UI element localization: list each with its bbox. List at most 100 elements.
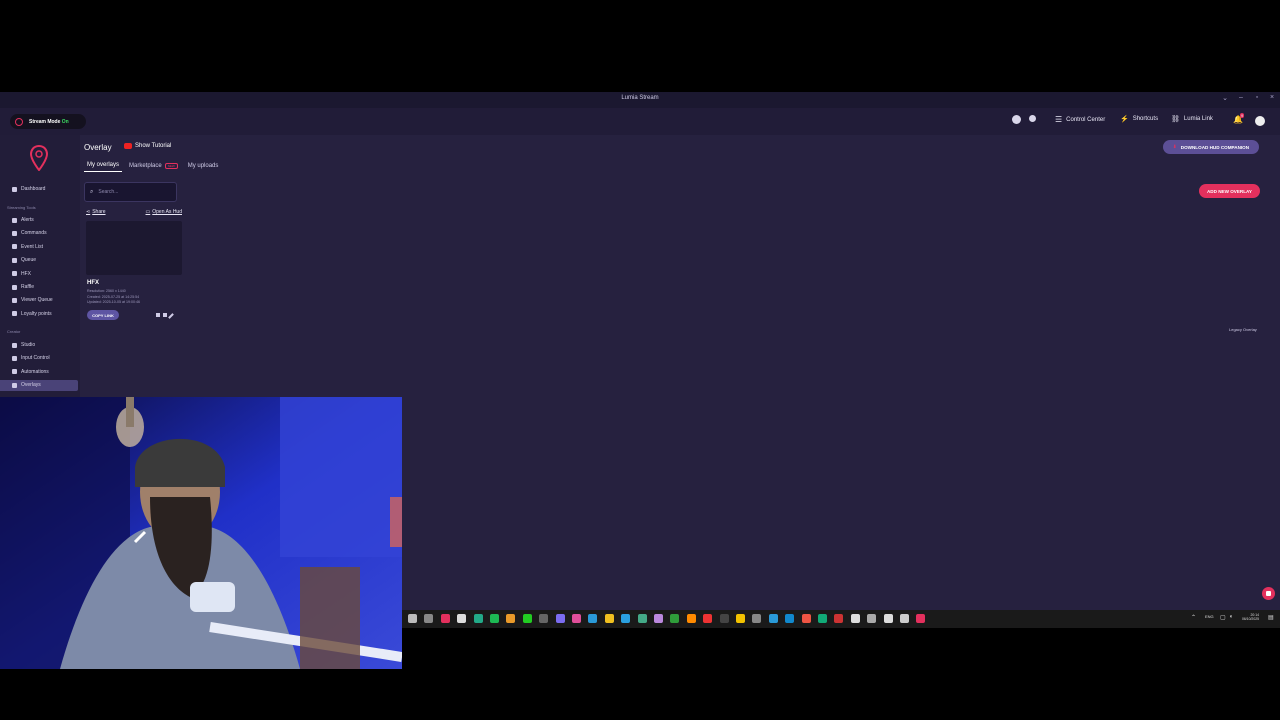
lightning-icon: ⚡	[1120, 116, 1129, 123]
close-icon[interactable]: ×	[1266, 94, 1278, 101]
sidebar-item-label: Event List	[21, 243, 43, 250]
sliders-icon: ☰	[1055, 115, 1063, 124]
sidebar-item-queue[interactable]: Queue	[12, 255, 36, 265]
tab-marketplace[interactable]: Marketplace NEW	[126, 161, 181, 172]
add-new-overlay-button[interactable]: ADD NEW OVERLAY	[1199, 184, 1260, 198]
minimize-icon[interactable]: –	[1235, 94, 1247, 101]
taskbar-app-icon[interactable]	[801, 614, 811, 623]
event-list-icon	[12, 244, 17, 250]
sidebar-item-dashboard[interactable]: Dashboard	[12, 184, 45, 194]
taskbar-app-icon[interactable]	[522, 614, 532, 623]
clock-date: 06/10/2025	[1242, 617, 1259, 621]
taskbar-app-icon[interactable]	[539, 614, 549, 623]
taskbar-app-icon[interactable]	[506, 614, 516, 623]
taskbar-app-icon[interactable]	[834, 614, 844, 623]
taskbar-app-icon[interactable]	[654, 614, 663, 623]
taskbar-app-icon[interactable]	[736, 614, 745, 623]
notification-center-icon[interactable]: ▤	[1268, 614, 1274, 621]
taskbar-app-icon[interactable]	[637, 614, 647, 623]
sidebar-item-overlays[interactable]: Overlays	[12, 380, 41, 390]
tray-chevron-icon[interactable]: ⌃	[1191, 614, 1196, 621]
taskbar-app-icon[interactable]	[768, 614, 778, 623]
clock[interactable]: 20:14 06/10/2025	[1242, 613, 1259, 621]
show-tutorial-button[interactable]: Show Tutorial	[124, 143, 171, 149]
taskbar-app-icon[interactable]	[588, 614, 598, 623]
sidebar-item-label: Commands	[21, 230, 47, 237]
sidebar-item-commands[interactable]: Commands	[12, 228, 47, 238]
taskbar-app-icon[interactable]	[686, 614, 696, 623]
chat-icon[interactable]	[1262, 587, 1275, 600]
sidebar-item-raffle[interactable]: Raffle	[12, 282, 34, 292]
sidebar-item-alerts[interactable]: Alerts	[12, 215, 34, 225]
taskbar-app-icon[interactable]	[916, 614, 926, 623]
taskbar-app-icon[interactable]	[850, 614, 860, 623]
maximize-icon[interactable]: ▫	[1251, 94, 1263, 101]
help-button[interactable]	[1012, 115, 1021, 124]
control-center-label: Control Center	[1066, 116, 1106, 123]
shortcuts-label: Shortcuts	[1132, 116, 1159, 122]
taskbar-app-icon[interactable]	[457, 614, 467, 623]
shortcuts-button[interactable]: ⚡ Shortcuts	[1120, 115, 1158, 123]
search-icon: ⌕	[90, 188, 94, 195]
sidebar: Dashboard Streaming Tools Alerts Commands Ev…	[0, 135, 80, 397]
taskbar-app-icon[interactable]	[473, 614, 483, 623]
user-button[interactable]	[1029, 115, 1036, 122]
search-input[interactable]: ⌕ Search...	[84, 182, 177, 202]
network-icon[interactable]: ▢	[1220, 614, 1226, 621]
sidebar-item-label: Viewer Queue	[21, 297, 53, 304]
tab-my-overlays[interactable]: My overlays	[84, 161, 123, 172]
sidebar-item-label: Overlays	[21, 382, 41, 389]
sidebar-item-hfx[interactable]: HFX	[12, 269, 31, 279]
taskbar-app-icon[interactable]	[604, 614, 614, 623]
taskbar-app-icon[interactable]	[785, 614, 795, 623]
taskbar-app-icon[interactable]	[621, 614, 631, 623]
page-title: Overlay	[84, 143, 112, 152]
notifications-button[interactable]: 🔔 9	[1233, 113, 1245, 124]
taskbar-app-icon[interactable]	[670, 614, 680, 623]
tab-my-uploads[interactable]: My uploads	[185, 161, 222, 172]
automations-icon	[12, 369, 17, 375]
stream-mode-toggle[interactable]: Stream Mode On	[10, 114, 86, 129]
sidebar-item-input-control[interactable]: Input Control	[12, 353, 50, 363]
taskbar-app-icon[interactable]	[490, 614, 499, 623]
sidebar-item-studio[interactable]: Studio	[12, 340, 35, 350]
copy-link-button[interactable]: COPY LINK	[87, 310, 119, 320]
sidebar-item-automations[interactable]: Automations	[12, 367, 49, 377]
taskbar-app-icon[interactable]	[818, 614, 827, 623]
help-icon	[1012, 115, 1021, 124]
taskbar-app-icon[interactable]	[867, 614, 877, 623]
taskbar-app-icon[interactable]	[703, 614, 713, 623]
sidebar-item-loyalty-points[interactable]: Loyalty points	[12, 309, 52, 319]
taskbar-app-icon[interactable]	[900, 614, 909, 623]
language-indicator[interactable]: ENG	[1205, 614, 1214, 619]
taskbar-app-icon[interactable]	[408, 614, 417, 623]
taskbar-app-icon[interactable]	[883, 614, 893, 623]
lumia-link-button[interactable]: ⛓ Lumia Link	[1171, 115, 1213, 123]
taskbar-app-icon[interactable]	[424, 614, 434, 623]
taskbar-app-icon[interactable]	[440, 614, 450, 623]
taskbar-app-icon[interactable]	[752, 614, 762, 623]
download-icon: ⬇	[1172, 144, 1177, 149]
legacy-overlay-link[interactable]: Legacy Overlay	[1229, 327, 1257, 332]
duplicate-icon[interactable]	[156, 313, 160, 317]
taskbar-app-icon[interactable]	[719, 614, 729, 623]
sidebar-item-event-list[interactable]: Event List	[12, 242, 43, 252]
sidebar-section-streaming: Streaming Tools	[7, 205, 36, 210]
overlay-thumbnail[interactable]	[86, 221, 182, 275]
screen: Lumia Stream ⌄ – ▫ × Stream Mode On ☰ Co…	[0, 0, 1280, 720]
delete-icon[interactable]	[163, 313, 167, 317]
overlay-created: Created: 2025-07-25 at 14:25:54	[87, 295, 140, 299]
chevron-down-icon[interactable]: ⌄	[1219, 94, 1231, 102]
control-center-button[interactable]: ☰ Control Center	[1055, 115, 1105, 124]
download-hud-companion-button[interactable]: ⬇ DOWNLOAD HUD COMPANION	[1163, 140, 1259, 154]
taskbar-app-icon[interactable]	[572, 614, 581, 623]
avatar[interactable]	[1255, 116, 1265, 126]
taskbar-app-icon[interactable]	[555, 614, 565, 623]
search-placeholder: Search...	[98, 189, 119, 195]
volume-icon[interactable]: ◖	[1229, 614, 1233, 620]
raffle-icon	[12, 284, 17, 290]
alerts-icon	[12, 217, 17, 223]
share-button[interactable]: ⋖ Share	[86, 209, 106, 215]
open-as-hud-button[interactable]: ▭ Open As Hud	[146, 209, 182, 215]
sidebar-item-viewer-queue[interactable]: Viewer Queue	[12, 295, 53, 305]
